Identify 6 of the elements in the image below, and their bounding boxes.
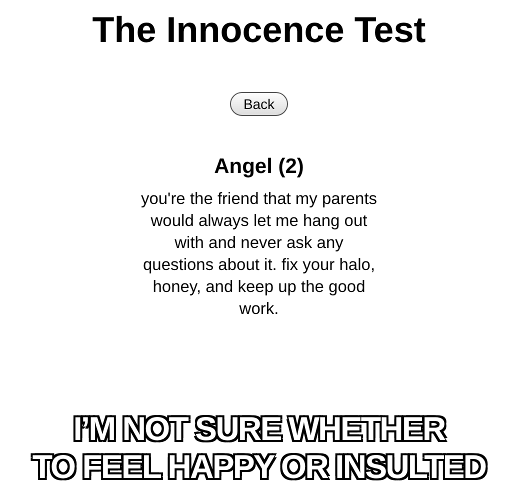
caption-text: I’M NOT SURE WHETHER (73, 410, 445, 448)
caption-text: TO FEEL HAPPY OR INSULTED (32, 448, 486, 486)
back-button[interactable]: Back (230, 92, 288, 116)
result-description: you're the friend that my parents would always let me hang out with and never ask any questions about it. fix your halo, honey, and keep up the good work. (140, 189, 378, 320)
result-heading: Angel (2) (214, 154, 304, 180)
page-title: The Innocence Test (92, 8, 426, 52)
